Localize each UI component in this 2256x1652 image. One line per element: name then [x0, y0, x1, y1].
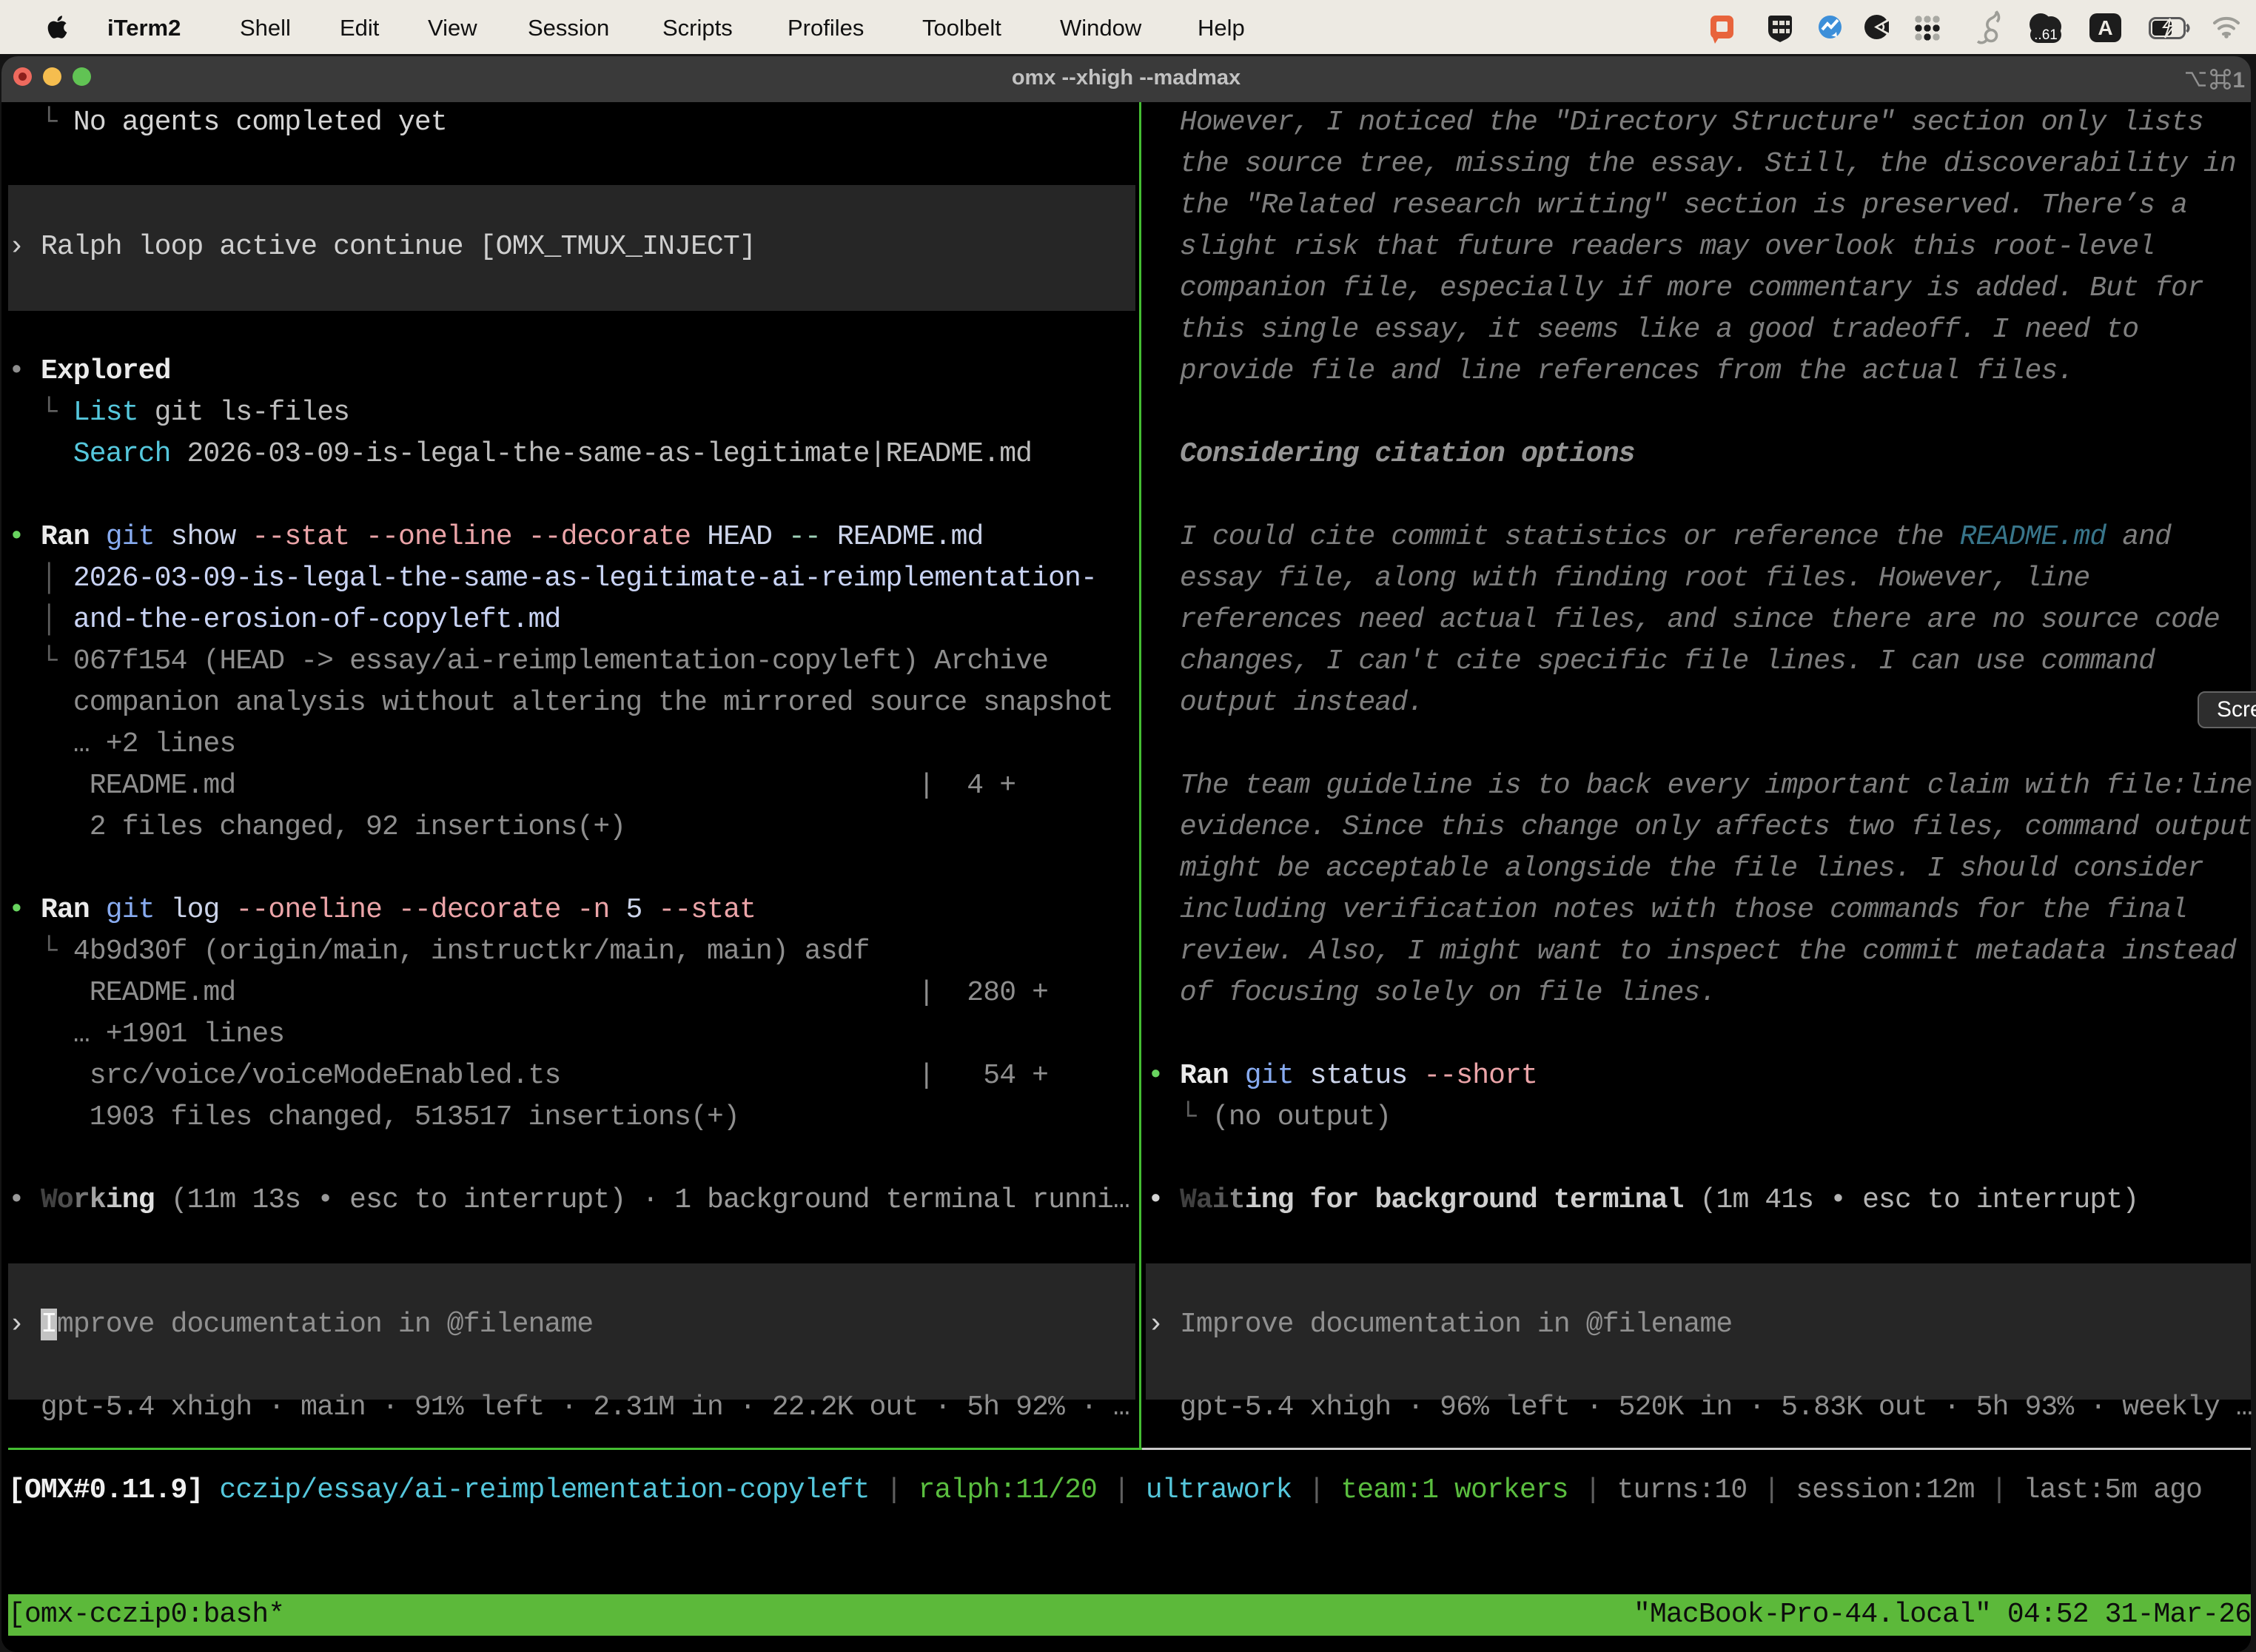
svg-text:..61: ..61: [2034, 27, 2058, 43]
